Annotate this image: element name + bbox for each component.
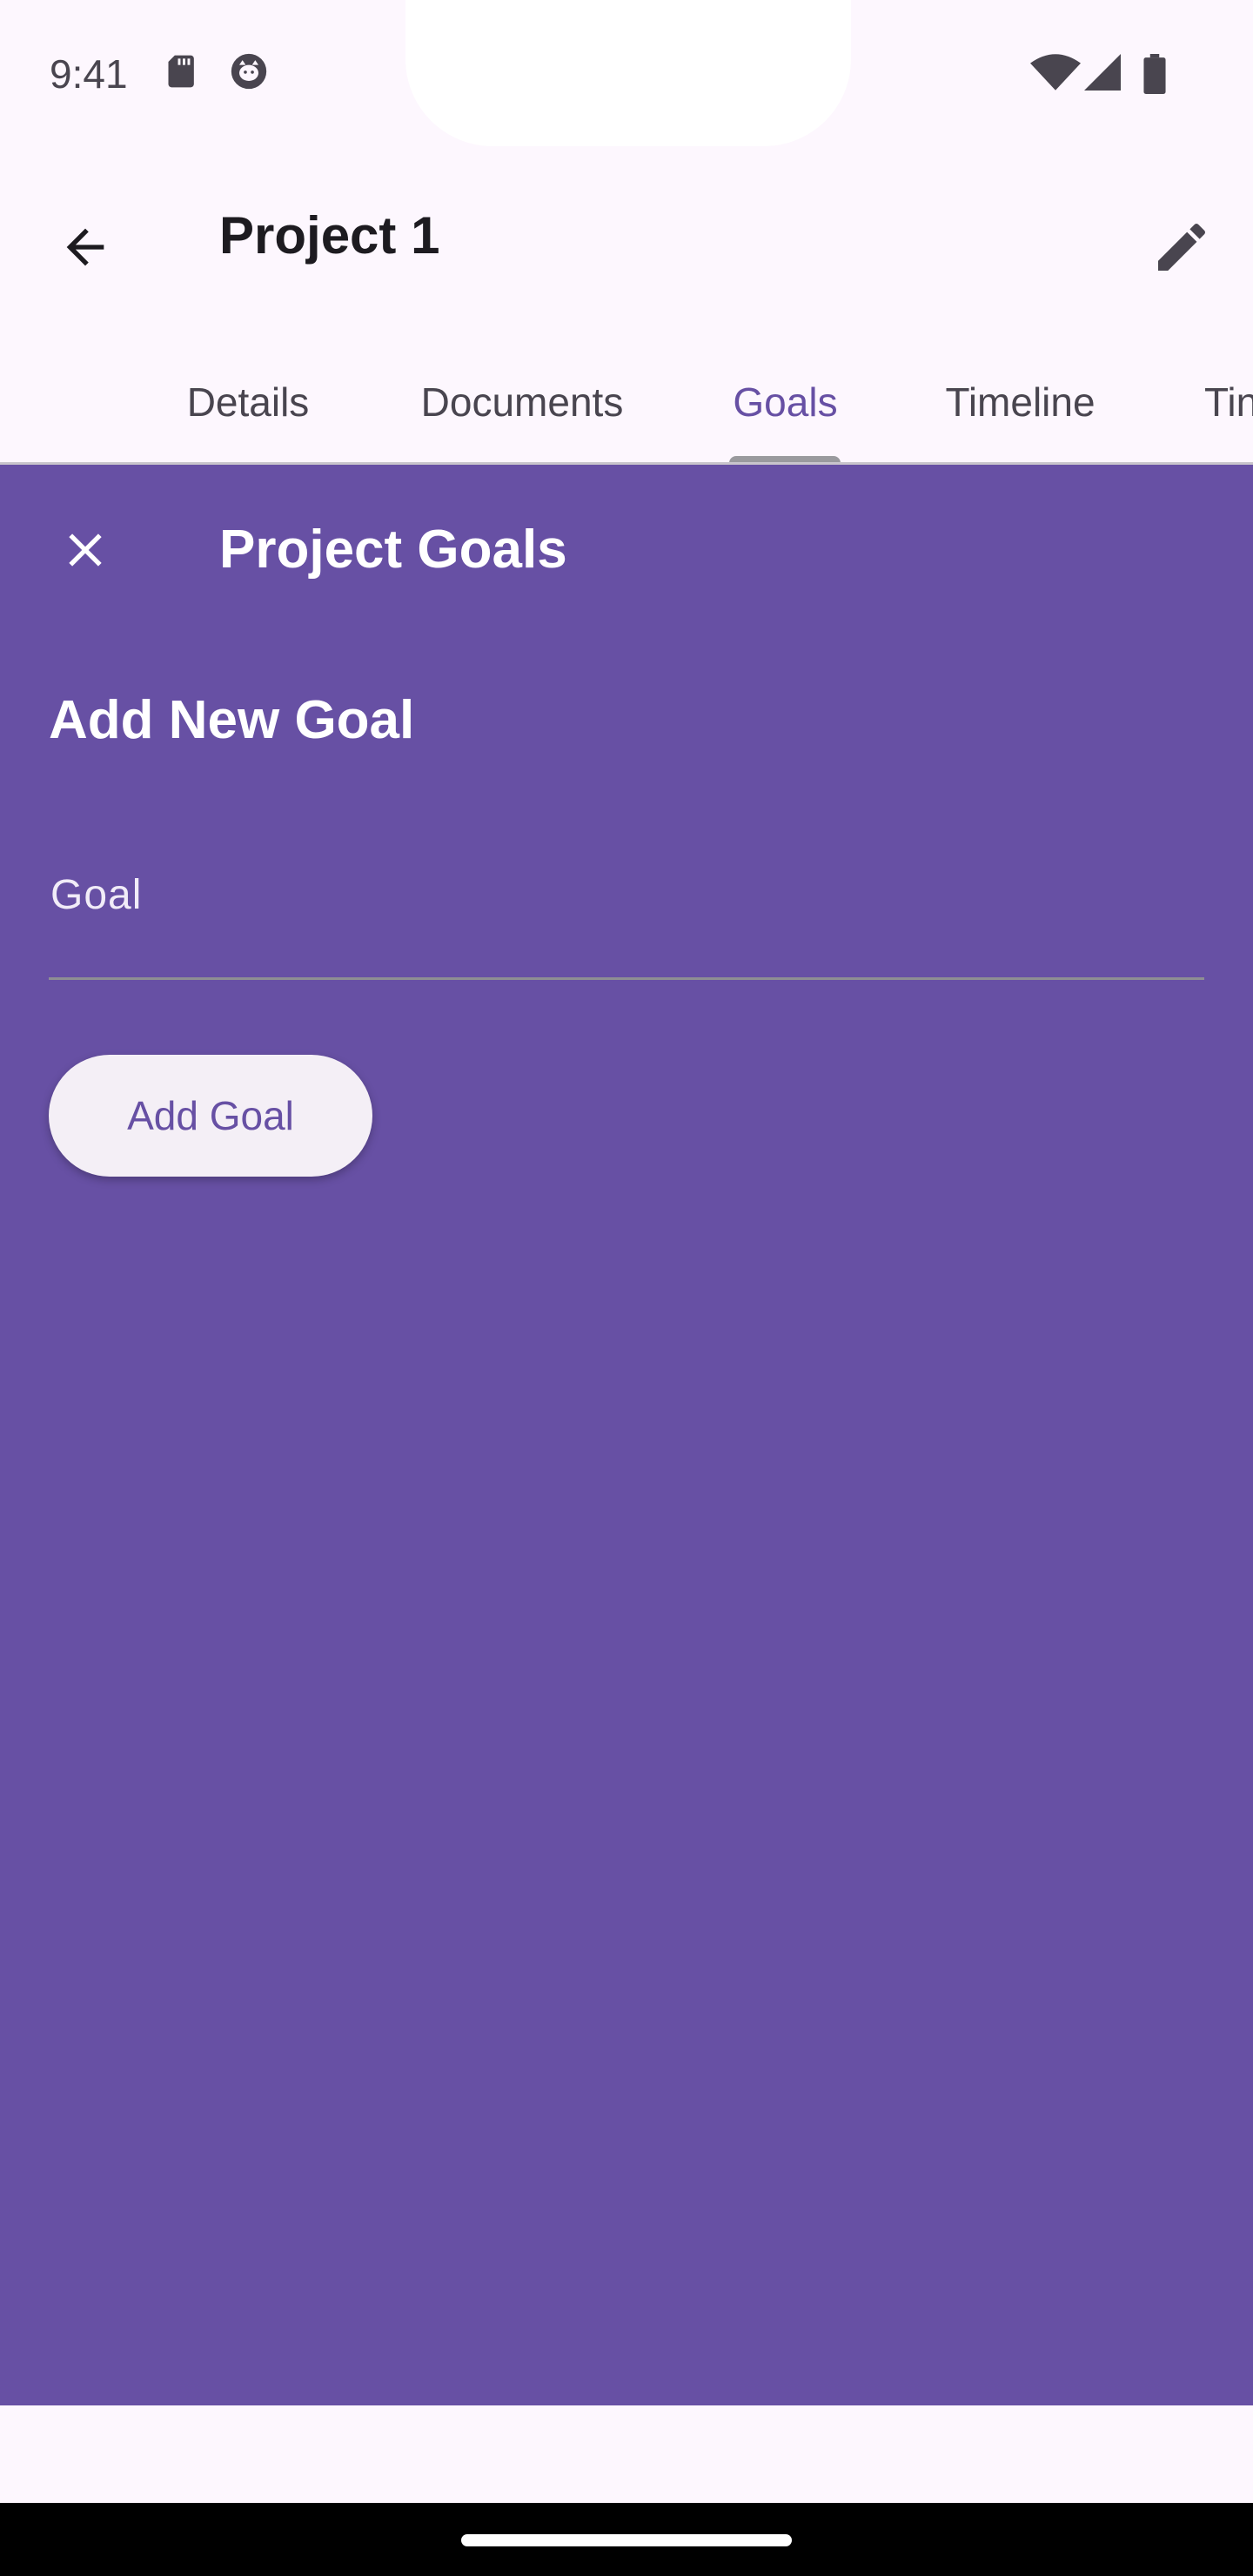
active-tab-indicator (729, 456, 841, 462)
status-time: 9:41 (50, 51, 128, 97)
section-heading: Add New Goal (49, 690, 415, 750)
add-goal-button[interactable]: Add Goal (49, 1055, 372, 1177)
close-button[interactable] (35, 500, 136, 600)
tab-goals[interactable]: Goals (696, 339, 874, 462)
tab-truncated[interactable]: Tin (1192, 339, 1253, 462)
close-icon (69, 533, 102, 567)
sd-card-icon (168, 55, 194, 88)
status-bar: 9:41 (0, 0, 1253, 148)
camera-notch (405, 0, 851, 146)
goal-input[interactable] (49, 848, 1204, 980)
wifi-icon (1030, 54, 1081, 91)
sheet-title: Project Goals (219, 520, 567, 580)
battery-icon (1143, 54, 1166, 94)
project-goals-sheet: Project Goals Add New Goal Add Goal (0, 465, 1253, 2405)
bottom-surface (0, 2405, 1253, 2510)
page-title: Project 1 (219, 206, 440, 265)
home-handle[interactable] (461, 2534, 792, 2546)
arrow-back-icon (66, 228, 104, 266)
pencil-icon (1158, 223, 1206, 271)
tab-documents[interactable]: Documents (374, 339, 670, 462)
cat-icon (231, 53, 267, 90)
back-button[interactable] (35, 197, 136, 298)
tab-timeline[interactable]: Timeline (905, 339, 1136, 462)
tab-bar: Details Documents Goals Timeline Tin (0, 339, 1253, 465)
system-nav-bar (0, 2503, 1253, 2576)
signal-icon (1084, 54, 1121, 91)
top-app-bar: Project 1 (0, 148, 1253, 322)
tab-details[interactable]: Details (148, 339, 348, 462)
edit-button[interactable] (1131, 197, 1232, 298)
